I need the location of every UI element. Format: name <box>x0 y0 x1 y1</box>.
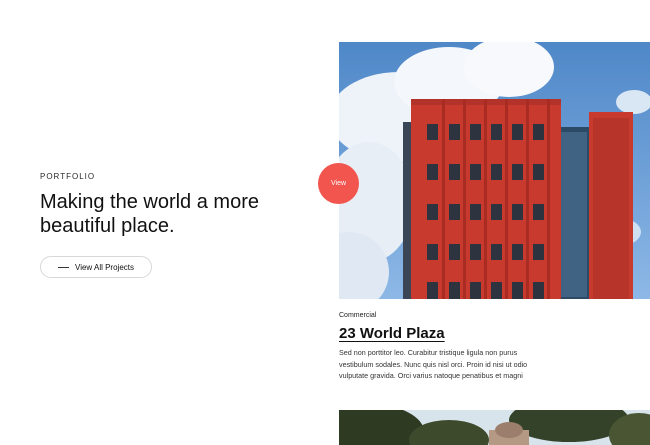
project-title-link[interactable]: 23 World Plaza <box>339 325 445 342</box>
next-project-photo <box>339 410 650 445</box>
view-all-projects-label: View All Projects <box>75 262 134 272</box>
view-all-projects-button[interactable]: View All Projects <box>40 256 152 278</box>
project-category: Commercial <box>339 312 377 319</box>
hero-headline: Making the world a more beautiful place. <box>40 191 259 237</box>
building-photo <box>339 42 650 299</box>
portfolio-eyebrow: PORTFOLIO <box>40 172 96 181</box>
view-project-button[interactable]: View <box>318 163 359 204</box>
next-project-image[interactable] <box>339 410 650 445</box>
project-description: Sed non porttitor leo. Curabitur tristiq… <box>339 348 528 380</box>
dash-icon <box>58 266 69 268</box>
project-image[interactable] <box>339 42 650 299</box>
